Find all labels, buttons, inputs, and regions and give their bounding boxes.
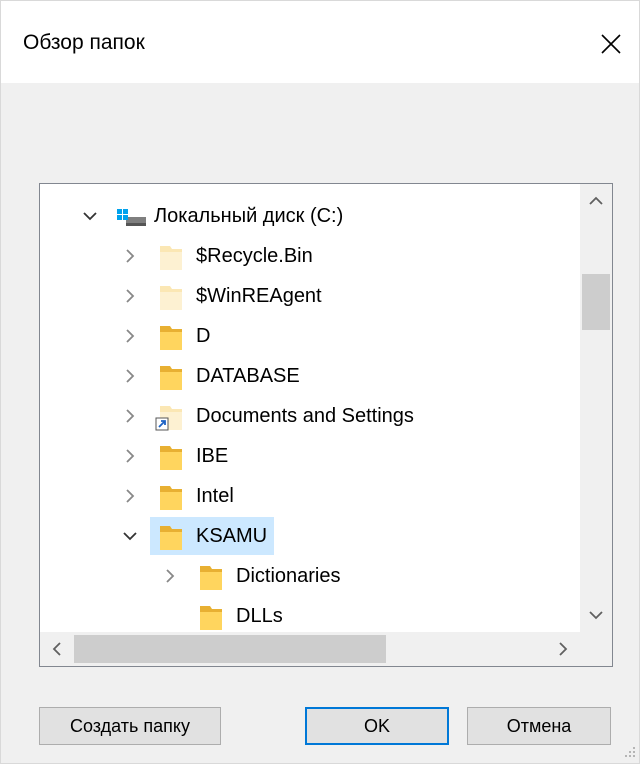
chevron-up-icon (589, 196, 603, 205)
tree-item-label: Intel (196, 485, 234, 507)
horizontal-scroll-thumb[interactable] (74, 635, 386, 663)
tree-item-local-disk[interactable]: Локальный диск (C:) (40, 196, 580, 236)
scroll-left-button[interactable] (40, 632, 74, 666)
scroll-right-button[interactable] (546, 632, 580, 666)
tree-item-documents-and-settings[interactable]: Documents and Settings (40, 396, 580, 436)
resize-grip-icon[interactable] (621, 743, 637, 759)
dialog-title: Обзор папок (23, 31, 145, 54)
chevron-left-icon (52, 642, 61, 656)
chevron-right-icon[interactable] (122, 408, 138, 424)
folder-icon (160, 486, 182, 510)
tree-item-label: DLLs (236, 605, 283, 627)
title-bar: Обзор папок (1, 1, 639, 83)
tree-item-d[interactable]: D (40, 316, 580, 356)
tree-item-label: $Recycle.Bin (196, 245, 313, 267)
close-button[interactable] (581, 15, 639, 73)
folder-icon (200, 566, 222, 590)
folder-shortcut-icon (155, 406, 182, 431)
scrollbar-corner (580, 632, 612, 666)
tree-item-dlls[interactable]: DLLs (40, 596, 580, 636)
folder-icon (200, 606, 222, 630)
tree-item-ibe[interactable]: IBE (40, 436, 580, 476)
chevron-down-icon[interactable] (82, 208, 98, 224)
cancel-button[interactable]: Отмена (467, 707, 611, 745)
close-icon (601, 34, 621, 54)
folder-icon (160, 366, 182, 390)
drive-icon (117, 209, 146, 226)
scroll-up-button[interactable] (580, 184, 612, 218)
tree-item-label: DATABASE (196, 365, 300, 387)
folder-tree[interactable]: Локальный диск (C:) $Recycle.Bin $WinREA… (39, 183, 613, 667)
new-folder-button[interactable]: Создать папку (39, 707, 221, 745)
chevron-right-icon[interactable] (122, 328, 138, 344)
folder-icon (160, 526, 182, 550)
tree-item-label: D (196, 325, 211, 347)
tree-item-recycle-bin[interactable]: $Recycle.Bin (40, 236, 580, 276)
tree-item-database[interactable]: DATABASE (40, 356, 580, 396)
chevron-right-icon[interactable] (122, 288, 138, 304)
folder-icon (160, 446, 182, 470)
chevron-down-icon[interactable] (122, 528, 138, 544)
folder-hidden-icon (160, 246, 182, 270)
tree-item-winreagent[interactable]: $WinREAgent (40, 276, 580, 316)
tree-item-label: KSAMU (196, 525, 268, 547)
folder-icon (160, 326, 182, 350)
horizontal-scrollbar[interactable] (40, 632, 580, 666)
tree-item-ksamu[interactable]: KSAMU (40, 516, 580, 556)
chevron-right-icon[interactable] (162, 568, 178, 584)
vertical-scrollbar[interactable] (580, 184, 612, 632)
chevron-right-icon (559, 642, 568, 656)
chevron-right-icon[interactable] (122, 368, 138, 384)
chevron-down-icon (589, 611, 603, 620)
tree-item-intel[interactable]: Intel (40, 476, 580, 516)
chevron-right-icon[interactable] (122, 248, 138, 264)
scroll-down-button[interactable] (580, 598, 612, 632)
ok-button[interactable]: OK (305, 707, 449, 745)
chevron-right-icon[interactable] (122, 448, 138, 464)
chevron-right-icon[interactable] (122, 488, 138, 504)
tree-item-label: Documents and Settings (196, 405, 414, 427)
tree-item-label: $WinREAgent (196, 285, 322, 307)
folder-hidden-icon (160, 286, 182, 310)
browse-folders-dialog: Обзор папок Локальный диск (C:) $Recycle… (0, 0, 640, 764)
tree-item-dictionaries[interactable]: Dictionaries (40, 556, 580, 596)
tree-item-label: Dictionaries (236, 565, 341, 587)
tree-item-label: IBE (196, 445, 229, 467)
vertical-scroll-thumb[interactable] (582, 274, 610, 330)
tree-item-label: Локальный диск (C:) (154, 205, 344, 227)
